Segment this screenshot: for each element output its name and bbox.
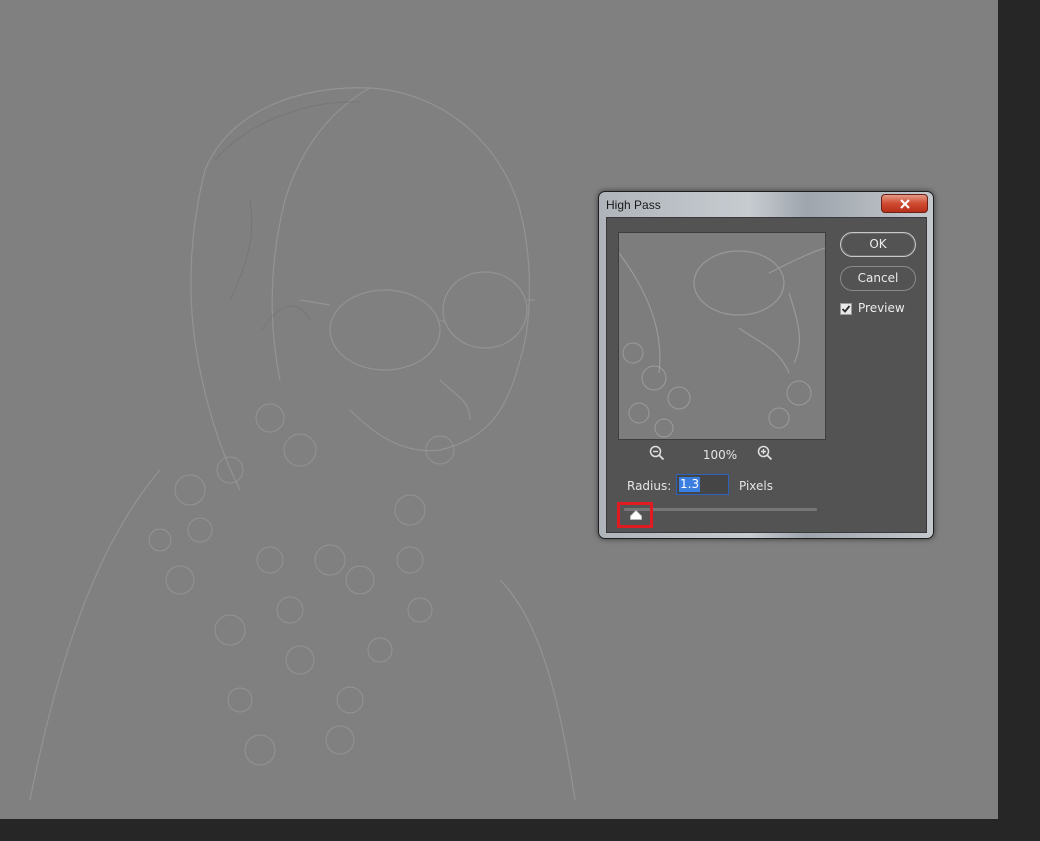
preview-image xyxy=(619,247,825,438)
high-pass-dialog: High Pass 100% OK Cancel Preview Radius:… xyxy=(598,191,934,539)
zoom-out-icon[interactable] xyxy=(649,445,665,461)
slider-thumb-icon[interactable] xyxy=(630,510,642,520)
zoom-in-icon[interactable] xyxy=(757,445,773,461)
dialog-panel: 100% OK Cancel Preview Radius: 1.3 Pixel… xyxy=(606,217,927,533)
preview-checkbox[interactable] xyxy=(840,303,852,315)
units-label: Pixels xyxy=(739,479,774,493)
checkmark-icon xyxy=(841,305,851,313)
radius-label: Radius: xyxy=(627,479,672,493)
close-icon xyxy=(899,198,910,209)
radius-input[interactable]: 1.3 xyxy=(676,474,729,495)
filter-preview[interactable] xyxy=(618,232,826,440)
panel-gutter-right xyxy=(998,0,1040,841)
cancel-button[interactable]: Cancel xyxy=(840,266,916,291)
dialog-title: High Pass xyxy=(606,198,661,212)
preview-label: Preview xyxy=(858,301,905,315)
radius-value: 1.3 xyxy=(679,477,701,492)
zoom-level: 100% xyxy=(702,448,738,462)
ok-button[interactable]: OK xyxy=(840,232,916,257)
close-button[interactable] xyxy=(881,194,928,213)
status-bar xyxy=(0,819,998,841)
